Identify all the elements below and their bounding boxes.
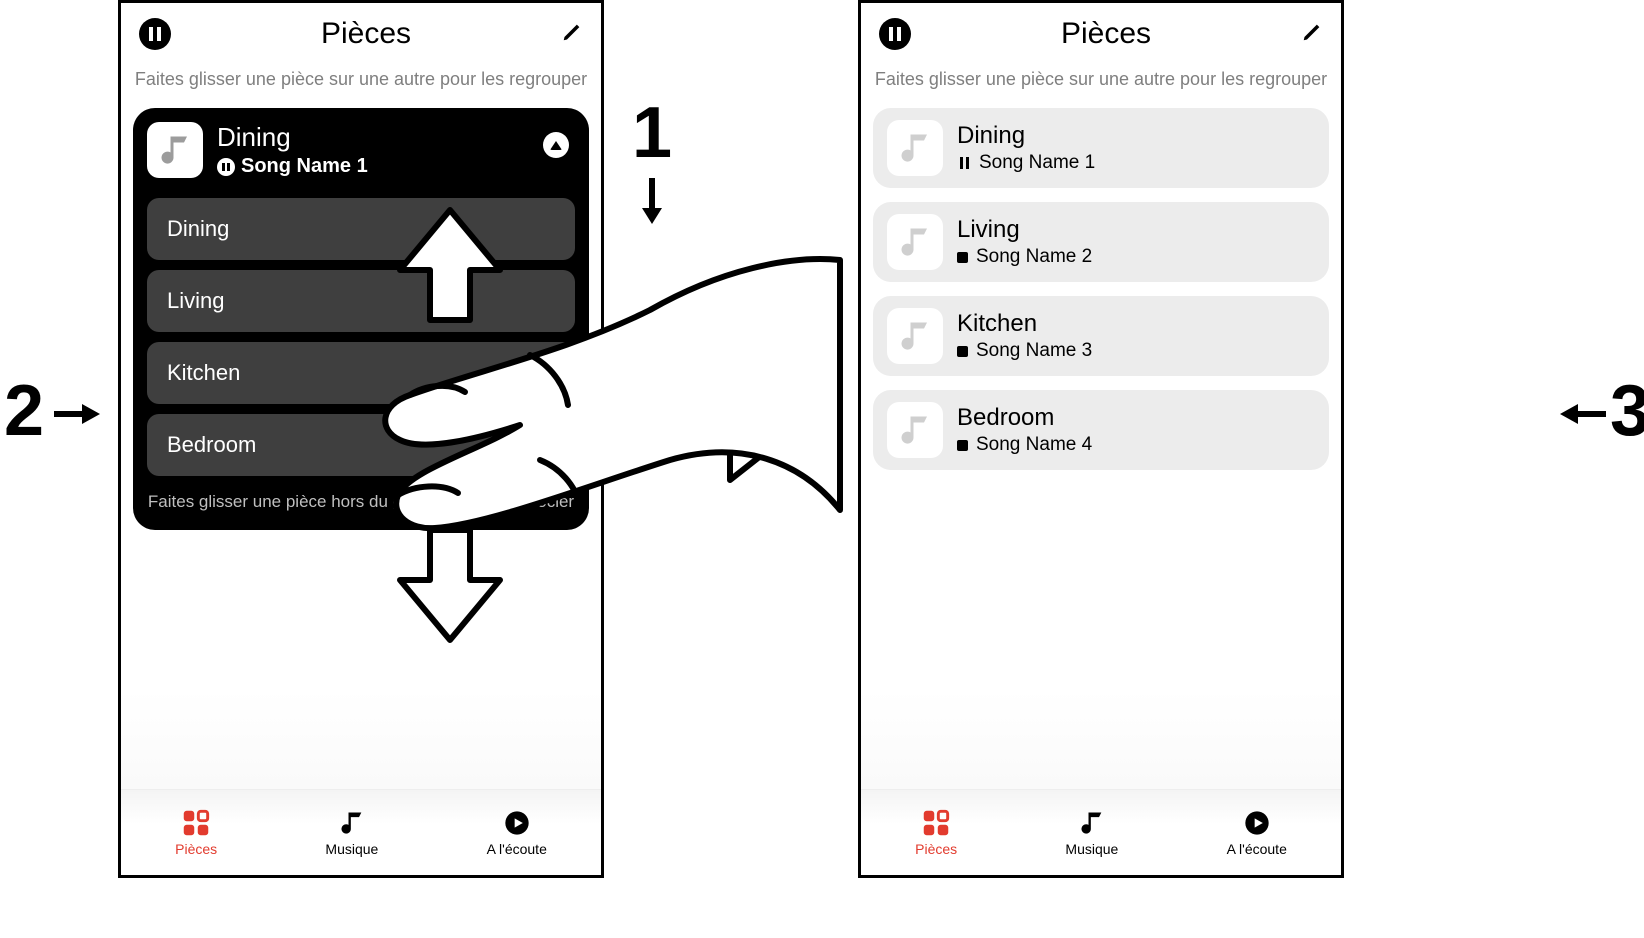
music-icon	[338, 809, 366, 837]
callout-1-number: 1	[632, 92, 672, 174]
album-art-icon	[147, 122, 203, 178]
instruction-text: Faites glisser une pièce sur une autre p…	[121, 57, 601, 108]
album-art-icon	[887, 214, 943, 270]
pause-icon[interactable]	[139, 18, 171, 50]
group-room-item[interactable]: Kitchen	[147, 342, 575, 404]
page-title: Pièces	[321, 17, 411, 51]
arrow-right-icon	[52, 387, 100, 435]
room-name: Dining	[957, 122, 1095, 150]
speaker-icon[interactable]	[543, 132, 569, 158]
room-card[interactable]: Kitchen Song Name 3	[873, 296, 1329, 376]
stop-icon	[957, 346, 968, 357]
callout-1: 1	[632, 92, 672, 239]
rooms-icon	[922, 809, 950, 837]
callout-2-number: 2	[4, 370, 44, 452]
group-room-item[interactable]: Bedroom	[147, 414, 575, 476]
callout-2: 2	[4, 370, 100, 452]
pause-icon	[957, 156, 971, 170]
music-icon	[1078, 809, 1106, 837]
group-room-item[interactable]: Living	[147, 270, 575, 332]
room-card[interactable]: Bedroom Song Name 4	[873, 390, 1329, 470]
pause-icon	[217, 158, 235, 176]
tab-pieces[interactable]: Pièces	[175, 809, 217, 857]
tab-label: Pièces	[175, 841, 217, 857]
bottom-fade	[121, 689, 601, 789]
bottom-fade	[861, 689, 1341, 789]
tab-label: Pièces	[915, 841, 957, 857]
page-title: Pièces	[1061, 17, 1151, 51]
phone-screen-grouped: Pièces Faites glisser une pièce sur une …	[118, 0, 604, 878]
room-name: Bedroom	[957, 404, 1092, 432]
header: Pièces	[121, 3, 601, 57]
callout-3: 3	[1560, 370, 1644, 452]
pause-icon[interactable]	[879, 18, 911, 50]
edit-icon[interactable]	[1301, 21, 1323, 48]
tab-label: Musique	[1065, 841, 1118, 857]
tab-bar: Pièces Musique A l'écoute	[121, 789, 601, 875]
stop-icon	[957, 252, 968, 263]
play-icon	[1243, 809, 1271, 837]
header: Pièces	[861, 3, 1341, 57]
room-group-card[interactable]: Dining Song Name 1 Dining Living Kitchen…	[133, 108, 589, 530]
tab-ecoute[interactable]: A l'écoute	[1227, 809, 1287, 857]
song-name: Song Name 4	[976, 434, 1092, 456]
tab-bar: Pièces Musique A l'écoute	[861, 789, 1341, 875]
room-name: Kitchen	[957, 310, 1092, 338]
tab-pieces[interactable]: Pièces	[915, 809, 957, 857]
album-art-icon	[887, 308, 943, 364]
room-card[interactable]: Living Song Name 2	[873, 202, 1329, 282]
tab-musique[interactable]: Musique	[325, 809, 378, 857]
callout-3-number: 3	[1610, 370, 1644, 452]
room-name: Living	[957, 216, 1092, 244]
room-name: Living	[167, 288, 224, 313]
tab-musique[interactable]: Musique	[1065, 809, 1118, 857]
song-name: Song Name 1	[241, 155, 368, 178]
tab-label: A l'écoute	[487, 841, 547, 857]
tab-label: Musique	[325, 841, 378, 857]
room-card[interactable]: Dining Song Name 1	[873, 108, 1329, 188]
tab-label: A l'écoute	[1227, 841, 1287, 857]
group-room-item[interactable]: Dining	[147, 198, 575, 260]
song-name: Song Name 1	[979, 152, 1095, 174]
room-name: Dining	[167, 216, 229, 241]
play-icon	[503, 809, 531, 837]
edit-icon[interactable]	[561, 21, 583, 48]
group-footer-text: Faites glisser une pièce hors du groupe …	[147, 476, 575, 512]
room-name: Bedroom	[167, 432, 256, 457]
album-art-icon	[887, 402, 943, 458]
instruction-text: Faites glisser une pièce sur une autre p…	[861, 57, 1341, 108]
album-art-icon	[887, 120, 943, 176]
arrow-down-icon	[640, 176, 664, 233]
rooms-icon	[182, 809, 210, 837]
phone-screen-ungrouped: Pièces Faites glisser une pièce sur une …	[858, 0, 1344, 878]
song-name: Song Name 3	[976, 340, 1092, 362]
arrow-left-icon	[1560, 387, 1608, 435]
group-title: Dining	[217, 122, 368, 153]
tab-ecoute[interactable]: A l'écoute	[487, 809, 547, 857]
room-name: Kitchen	[167, 360, 240, 385]
stop-icon	[957, 440, 968, 451]
song-name: Song Name 2	[976, 246, 1092, 268]
